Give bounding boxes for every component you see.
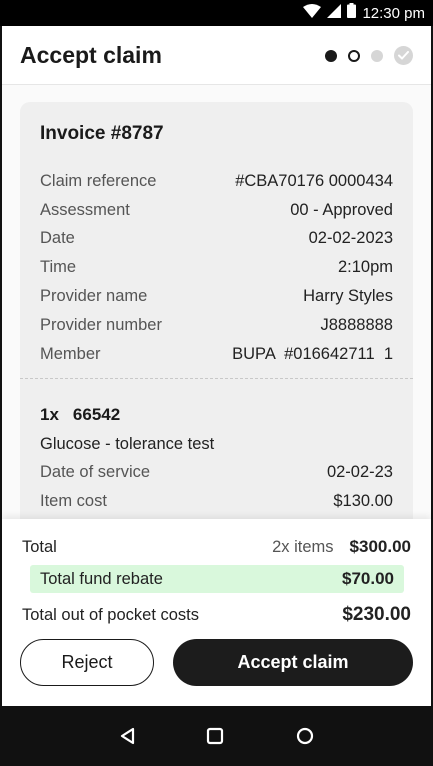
- status-bar: 12:30 pm: [0, 0, 433, 26]
- home-icon[interactable]: [294, 725, 316, 747]
- back-icon[interactable]: [117, 725, 139, 747]
- step-2-current: [348, 49, 360, 62]
- item-quantity: 1x: [40, 405, 59, 424]
- detail-label: Date: [40, 229, 75, 248]
- detail-row-assessment: Assessment 00 - Approved: [40, 196, 393, 225]
- recents-icon[interactable]: [204, 725, 226, 747]
- detail-label: Assessment: [40, 200, 130, 219]
- status-time: 12:30 pm: [362, 4, 425, 22]
- detail-label: Provider number: [40, 315, 162, 334]
- app-header: Accept claim: [2, 26, 431, 85]
- detail-row-claim-reference: Claim reference #CBA70176 0000434: [40, 167, 393, 196]
- detail-row-member: Member BUPA #016642711 1: [40, 340, 393, 369]
- system-nav-bar: [0, 706, 433, 766]
- detail-label: Claim reference: [40, 171, 157, 190]
- detail-label: Time: [40, 258, 77, 277]
- page-title: Accept claim: [20, 42, 162, 68]
- item-row-date-of-service: Date of service 02-02-23: [40, 458, 393, 487]
- detail-row-provider-number: Provider number J8888888: [40, 311, 393, 340]
- invoice-title: Invoice #8787: [40, 123, 164, 144]
- summary-panel: Total 2x items $300.00 Total fund rebate…: [2, 519, 431, 706]
- dashed-divider: [20, 378, 413, 379]
- total-item-count: 2x items: [272, 537, 334, 556]
- line-item: 1x 66542 Glucose - tolerance test Date o…: [40, 400, 393, 516]
- step-3-upcoming: [371, 49, 383, 62]
- detail-row-provider-name: Provider name Harry Styles: [40, 282, 393, 311]
- out-of-pocket-label: Total out of pocket costs: [22, 605, 200, 624]
- item-label: Date of service: [40, 463, 151, 481]
- detail-value: 00 - Approved: [290, 200, 393, 219]
- accept-claim-button[interactable]: Accept claim: [173, 639, 413, 686]
- detail-value: 2:10pm: [337, 258, 393, 277]
- step-1-complete: [325, 49, 337, 62]
- item-value: 02-02-23: [326, 463, 393, 481]
- rebate-amount: $70.00: [342, 569, 394, 588]
- detail-label: Provider name: [40, 287, 148, 306]
- detail-row-time: Time 2:10pm: [40, 253, 393, 282]
- status-icons: 12:30 pm: [303, 3, 425, 23]
- item-name: Glucose - tolerance test: [40, 434, 215, 453]
- detail-row-date: Date 02-02-2023: [40, 225, 393, 254]
- phone-frame: 12:30 pm Accept claim Invoice #8787 Clai…: [0, 0, 433, 766]
- item-row-item-cost: Item cost $130.00: [40, 487, 393, 516]
- reject-button[interactable]: Reject: [20, 639, 154, 686]
- rebate-label: Total fund rebate: [40, 569, 163, 588]
- total-amount: $300.00: [349, 537, 411, 556]
- total-row: Total 2x items $300.00: [2, 532, 431, 562]
- out-of-pocket-row: Total out of pocket costs $230.00: [2, 599, 431, 631]
- total-label: Total: [22, 537, 57, 556]
- battery-icon: [347, 3, 357, 23]
- detail-label: Member: [40, 344, 101, 363]
- item-header: 1x 66542: [40, 400, 393, 430]
- rebate-row: Total fund rebate $70.00: [30, 565, 404, 593]
- app-screen: Accept claim Invoice #8787 Claim referen…: [2, 26, 431, 706]
- detail-value: #CBA70176 0000434: [235, 171, 393, 190]
- out-of-pocket-amount: $230.00: [342, 604, 411, 625]
- signal-icon: [327, 3, 342, 23]
- detail-value: BUPA #016642711 1: [232, 344, 393, 363]
- invoice-card: Invoice #8787 Claim reference #CBA70176 …: [20, 102, 413, 542]
- invoice-details: Claim reference #CBA70176 0000434 Assess…: [40, 167, 393, 369]
- detail-value: J8888888: [320, 315, 394, 334]
- detail-value: 02-02-2023: [308, 229, 393, 248]
- item-value: $130.00: [333, 492, 393, 510]
- progress-stepper: [325, 46, 413, 65]
- total-right: 2x items $300.00: [272, 537, 411, 557]
- detail-value: Harry Styles: [303, 287, 393, 306]
- item-code: 66542: [72, 405, 121, 424]
- item-label: Item cost: [40, 492, 107, 510]
- check-icon: [394, 46, 413, 65]
- wifi-icon: [303, 3, 322, 23]
